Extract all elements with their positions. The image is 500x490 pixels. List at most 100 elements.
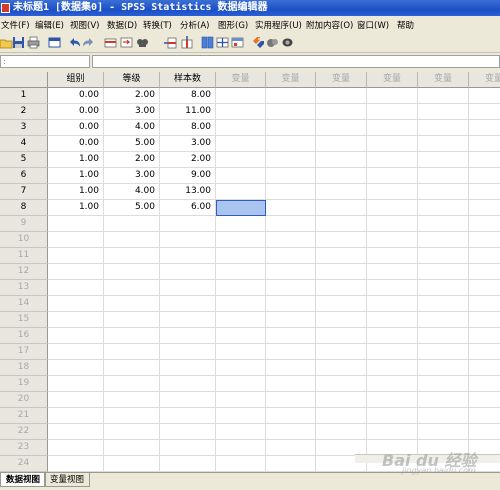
grid-cell[interactable] (266, 232, 316, 248)
grid-cell[interactable] (469, 168, 500, 184)
grid-cell[interactable] (418, 424, 469, 440)
grid-cell[interactable] (48, 392, 104, 408)
grid-cell[interactable] (418, 152, 469, 168)
grid-cell[interactable]: 5.00 (104, 136, 160, 152)
menu-view[interactable]: 视图(V) (70, 19, 99, 31)
grid-cell[interactable] (266, 248, 316, 264)
row-header-15[interactable]: 15 (0, 312, 48, 328)
column-header-2[interactable]: 等级 (104, 72, 160, 88)
grid-cell[interactable] (160, 264, 216, 280)
grid-cell[interactable] (469, 200, 500, 216)
grid-cell[interactable] (418, 184, 469, 200)
grid-cell[interactable] (316, 232, 367, 248)
grid-cell[interactable] (104, 344, 160, 360)
row-header-19[interactable]: 19 (0, 376, 48, 392)
grid-cell[interactable] (418, 376, 469, 392)
grid-cell[interactable] (216, 328, 266, 344)
grid-cell[interactable] (316, 152, 367, 168)
row-header-18[interactable]: 18 (0, 360, 48, 376)
grid-cell[interactable] (48, 296, 104, 312)
grid-cell[interactable] (216, 216, 266, 232)
row-header-7[interactable]: 7 (0, 184, 48, 200)
row-header-8[interactable]: 8 (0, 200, 48, 216)
grid-cell[interactable] (266, 104, 316, 120)
grid-cell[interactable] (469, 392, 500, 408)
grid-cell[interactable]: 2.00 (104, 152, 160, 168)
grid-cell[interactable] (104, 248, 160, 264)
menu-edit[interactable]: 编辑(E) (35, 19, 64, 31)
grid-cell[interactable] (104, 232, 160, 248)
grid-cell[interactable] (216, 184, 266, 200)
grid-cell[interactable] (104, 376, 160, 392)
grid-cell[interactable] (48, 280, 104, 296)
grid-cell[interactable] (316, 328, 367, 344)
grid-cell[interactable] (469, 408, 500, 424)
grid-cell[interactable] (316, 248, 367, 264)
grid-cell[interactable] (266, 200, 316, 216)
grid-cell[interactable] (469, 104, 500, 120)
grid-cell[interactable] (316, 392, 367, 408)
row-header-12[interactable]: 12 (0, 264, 48, 280)
grid-cell[interactable] (48, 456, 104, 472)
grid-cell[interactable] (216, 232, 266, 248)
grid-cell[interactable] (48, 312, 104, 328)
grid-cell[interactable]: 2.00 (160, 152, 216, 168)
grid-cell[interactable] (266, 184, 316, 200)
row-header-14[interactable]: 14 (0, 296, 48, 312)
grid-cell[interactable] (266, 344, 316, 360)
grid-cell[interactable] (266, 88, 316, 104)
grid-cell[interactable] (367, 216, 418, 232)
grid-cell[interactable] (104, 456, 160, 472)
grid-cell[interactable] (418, 216, 469, 232)
row-header-9[interactable]: 9 (0, 216, 48, 232)
grid-cell[interactable] (216, 312, 266, 328)
grid-cell[interactable] (469, 136, 500, 152)
grid-cell[interactable] (367, 248, 418, 264)
grid-cell[interactable] (367, 264, 418, 280)
grid-cell[interactable] (367, 344, 418, 360)
grid-cell[interactable] (160, 344, 216, 360)
grid-cell[interactable] (367, 392, 418, 408)
show-sets-icon[interactable] (281, 36, 294, 49)
insert-case-icon[interactable] (164, 36, 177, 49)
menu-addons[interactable]: 附加内容(O) (306, 19, 353, 31)
grid-cell[interactable]: 9.00 (160, 168, 216, 184)
grid-cell[interactable] (160, 424, 216, 440)
grid-cell[interactable] (216, 168, 266, 184)
grid-cell[interactable] (418, 392, 469, 408)
grid-cell[interactable]: 0.00 (48, 88, 104, 104)
grid-cell[interactable] (104, 280, 160, 296)
goto-variable-icon[interactable] (120, 36, 133, 49)
grid-cell[interactable] (367, 376, 418, 392)
grid-cell[interactable] (216, 360, 266, 376)
grid-cell[interactable]: 1.00 (48, 168, 104, 184)
grid-cell[interactable] (469, 376, 500, 392)
grid-cell[interactable] (316, 296, 367, 312)
grid-cell[interactable] (469, 88, 500, 104)
grid-cell[interactable] (216, 264, 266, 280)
grid-cell[interactable] (316, 408, 367, 424)
grid-cell[interactable] (316, 264, 367, 280)
grid-cell[interactable] (469, 296, 500, 312)
undo-icon[interactable] (68, 36, 81, 49)
grid-cell[interactable] (266, 376, 316, 392)
grid-cell[interactable] (160, 280, 216, 296)
grid-cell[interactable] (48, 216, 104, 232)
redo-icon[interactable] (82, 36, 95, 49)
grid-cell[interactable] (216, 408, 266, 424)
menu-utilities[interactable]: 实用程序(U) (255, 19, 302, 31)
grid-cell[interactable] (216, 200, 266, 216)
grid-cell[interactable] (160, 232, 216, 248)
grid-cell[interactable] (367, 328, 418, 344)
grid-cell[interactable] (367, 312, 418, 328)
grid-cell[interactable] (160, 360, 216, 376)
grid-cell[interactable] (48, 424, 104, 440)
grid-cell[interactable] (160, 376, 216, 392)
menu-data[interactable]: 数据(D) (107, 19, 137, 31)
grid-cell[interactable] (266, 168, 316, 184)
grid-cell[interactable] (266, 392, 316, 408)
grid-cell[interactable]: 3.00 (104, 168, 160, 184)
grid-cell[interactable] (469, 232, 500, 248)
grid-cell[interactable] (367, 104, 418, 120)
grid-cell[interactable] (48, 264, 104, 280)
